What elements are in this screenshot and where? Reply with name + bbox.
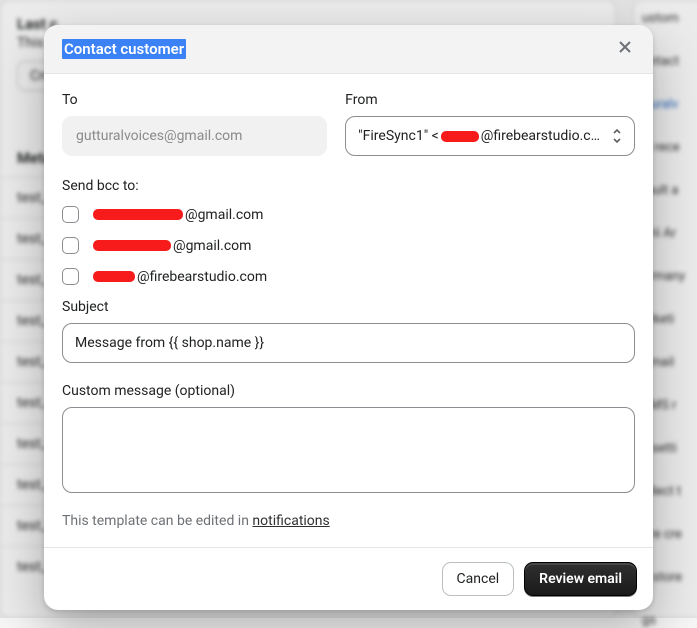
from-prefix: "FireSync1" < xyxy=(358,128,439,144)
contact-customer-modal: Contact customer To gutturalvoices@gmail… xyxy=(44,25,653,610)
bcc-email-suffix: @firebearstudio.com xyxy=(137,269,267,285)
bcc-email: @gmail.com xyxy=(91,207,263,223)
to-input: gutturalvoices@gmail.com xyxy=(62,116,327,156)
bcc-label: Send bcc to: xyxy=(62,178,635,194)
bcc-item: @firebearstudio.com xyxy=(62,268,635,285)
subject-label: Subject xyxy=(62,299,635,315)
modal-header: Contact customer xyxy=(44,25,653,74)
message-textarea[interactable] xyxy=(62,407,635,493)
close-button[interactable] xyxy=(615,39,635,59)
from-select[interactable]: "FireSync1" < @firebearstudio.c… xyxy=(345,116,635,156)
template-hint: This template can be edited in notificat… xyxy=(62,513,635,529)
bcc-checkbox[interactable] xyxy=(62,206,79,223)
from-label: From xyxy=(345,92,635,108)
close-icon xyxy=(618,40,632,58)
bcc-checkbox[interactable] xyxy=(62,268,79,285)
bcc-email: @gmail.com xyxy=(91,238,251,254)
bcc-item: @gmail.com xyxy=(62,206,635,223)
to-label: To xyxy=(62,92,327,108)
bcc-email-suffix: @gmail.com xyxy=(185,207,263,223)
chevron-up-down-icon xyxy=(610,127,624,145)
modal-title: Contact customer xyxy=(62,39,186,59)
hint-text: This template can be edited in xyxy=(62,513,252,529)
message-label: Custom message (optional) xyxy=(62,383,635,399)
subject-input[interactable] xyxy=(62,323,635,363)
bcc-redacted xyxy=(93,209,183,220)
bcc-checkbox[interactable] xyxy=(62,237,79,254)
to-field: To gutturalvoices@gmail.com xyxy=(62,92,327,156)
modal-body: To gutturalvoices@gmail.com From "FireSy… xyxy=(44,74,653,547)
message-field: Custom message (optional) xyxy=(62,383,635,493)
from-suffix: @firebearstudio.c… xyxy=(481,128,600,144)
bcc-item: @gmail.com xyxy=(62,237,635,254)
bcc-email-suffix: @gmail.com xyxy=(173,238,251,254)
modal-footer: Cancel Review email xyxy=(44,547,653,610)
subject-field: Subject xyxy=(62,299,635,363)
bcc-email: @firebearstudio.com xyxy=(91,269,267,285)
bcc-section: Send bcc to: @gmail.com @gmail.com @firebe… xyxy=(62,178,635,285)
bcc-redacted xyxy=(93,240,171,251)
from-redacted xyxy=(441,131,479,142)
cancel-button[interactable]: Cancel xyxy=(442,562,515,596)
review-email-button[interactable]: Review email xyxy=(524,562,637,596)
bcc-redacted xyxy=(93,271,135,282)
notifications-link[interactable]: notifications xyxy=(252,513,329,529)
to-value: gutturalvoices@gmail.com xyxy=(76,128,242,144)
from-field: From "FireSync1" < @firebearstudio.c… xyxy=(345,92,635,156)
